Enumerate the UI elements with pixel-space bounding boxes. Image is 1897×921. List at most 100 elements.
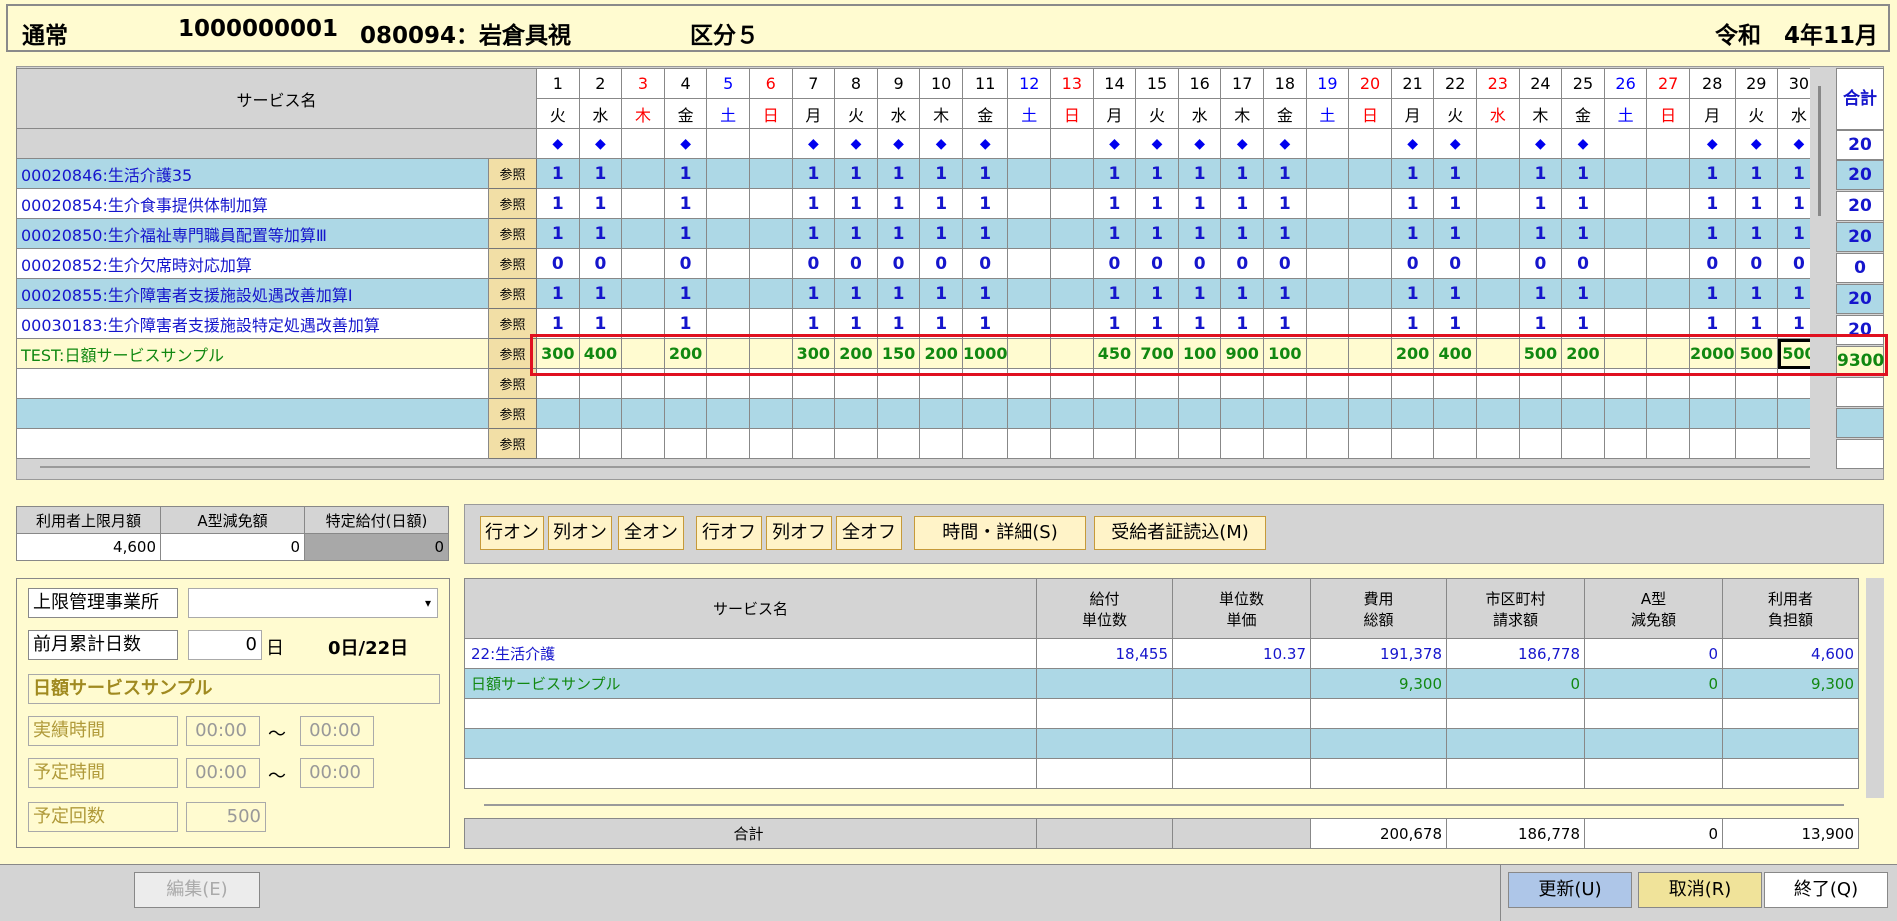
service-cell[interactable] — [706, 278, 750, 309]
service-row-name[interactable]: 00020846:生活介護35 — [16, 158, 489, 189]
weekday-header[interactable]: 金 — [1263, 98, 1307, 129]
service-cell[interactable] — [621, 218, 665, 249]
empty-cell[interactable] — [1688, 398, 1736, 429]
service-cell[interactable]: 1 — [834, 278, 878, 309]
day-marker[interactable] — [706, 128, 750, 159]
service-cell[interactable]: 1 — [1220, 158, 1265, 189]
day-header[interactable]: 18 — [1263, 68, 1307, 99]
service-cell[interactable]: 1 — [1561, 188, 1605, 219]
service-cell[interactable]: 1 — [1177, 278, 1222, 309]
day-header[interactable]: 12 — [1007, 68, 1052, 99]
billing-cell[interactable]: 186,778 — [1446, 638, 1585, 669]
billing-empty-cell[interactable] — [1584, 698, 1723, 729]
empty-cell[interactable] — [919, 428, 963, 459]
ref-button[interactable]: 参照 — [488, 158, 537, 189]
billing-empty-cell[interactable] — [1310, 728, 1447, 759]
actual-time-start[interactable]: 00:00 — [186, 716, 260, 746]
empty-cell[interactable] — [1177, 428, 1222, 459]
service-cell[interactable]: 1 — [791, 218, 836, 249]
service-cell[interactable]: 1 — [876, 278, 921, 309]
service-cell[interactable]: 1 — [1135, 188, 1179, 219]
service-cell[interactable]: 1 — [961, 278, 1009, 309]
service-cell[interactable]: 0 — [663, 248, 708, 279]
empty-cell[interactable] — [748, 428, 793, 459]
service-cell[interactable] — [1348, 158, 1392, 189]
service-cell[interactable] — [1007, 218, 1052, 249]
service-cell[interactable]: 1 — [663, 188, 708, 219]
service-cell[interactable]: 1 — [1135, 278, 1179, 309]
service-cell[interactable]: 1 — [578, 158, 623, 189]
billing-empty-cell[interactable] — [1036, 728, 1173, 759]
service-cell[interactable]: 1 — [1220, 278, 1265, 309]
service-cell[interactable] — [748, 188, 793, 219]
day-header[interactable]: 26 — [1603, 68, 1648, 99]
service-cell[interactable]: 0 — [1688, 248, 1736, 279]
billing-empty-cell[interactable] — [1172, 758, 1311, 789]
empty-cell[interactable] — [1305, 398, 1350, 429]
empty-cell[interactable] — [706, 398, 750, 429]
empty-row-name[interactable] — [16, 398, 489, 429]
service-cell[interactable]: 1 — [1688, 188, 1736, 219]
billing-empty-cell[interactable] — [464, 758, 1037, 789]
service-cell[interactable]: 1 — [1390, 188, 1435, 219]
service-cell[interactable]: 0 — [834, 248, 878, 279]
empty-cell[interactable] — [1561, 428, 1605, 459]
service-row-name[interactable]: 00030183:生介障害者支援施設特定処遇改善加算 — [16, 308, 489, 339]
empty-cell[interactable] — [1092, 398, 1137, 429]
weekday-header[interactable]: 火 — [1433, 98, 1477, 129]
service-cell[interactable] — [1476, 278, 1520, 309]
service-cell[interactable] — [1007, 188, 1052, 219]
service-cell[interactable]: 1 — [536, 158, 580, 189]
billing-empty-cell[interactable] — [1446, 728, 1585, 759]
service-cell[interactable] — [1646, 158, 1690, 189]
service-cell[interactable] — [621, 248, 665, 279]
empty-cell[interactable] — [919, 398, 963, 429]
empty-cell[interactable] — [1688, 428, 1736, 459]
ref-button[interactable]: 参照 — [488, 398, 537, 429]
day-header[interactable]: 20 — [1348, 68, 1392, 99]
service-cell[interactable] — [621, 158, 665, 189]
empty-cell[interactable] — [1135, 398, 1179, 429]
service-cell[interactable] — [748, 278, 793, 309]
weekday-header[interactable]: 水 — [1177, 98, 1222, 129]
service-cell[interactable]: 1 — [961, 188, 1009, 219]
empty-cell[interactable] — [578, 398, 623, 429]
weekday-header[interactable]: 日 — [1646, 98, 1690, 129]
time-detail-button[interactable]: 時間・詳細(S) — [914, 516, 1086, 550]
service-cell[interactable]: 1 — [834, 158, 878, 189]
empty-cell[interactable] — [621, 398, 665, 429]
empty-cell[interactable] — [791, 398, 836, 429]
service-cell[interactable]: 0 — [1220, 248, 1265, 279]
weekday-header[interactable]: 土 — [1305, 98, 1350, 129]
billing-cell[interactable]: 10.37 — [1172, 638, 1311, 669]
weekday-header[interactable]: 木 — [621, 98, 665, 129]
actual-time-end[interactable]: 00:00 — [300, 716, 374, 746]
plan-time-start[interactable]: 00:00 — [186, 758, 260, 788]
service-cell[interactable]: 1 — [1220, 218, 1265, 249]
day-header[interactable]: 2 — [578, 68, 623, 99]
day-marker[interactable]: ◆ — [1518, 128, 1563, 159]
empty-cell[interactable] — [1603, 398, 1648, 429]
plan-count-input[interactable]: 500 — [186, 802, 266, 832]
day-marker[interactable] — [1476, 128, 1520, 159]
billing-empty-cell[interactable] — [1584, 758, 1723, 789]
day-marker[interactable]: ◆ — [1390, 128, 1435, 159]
service-cell[interactable]: 1 — [1561, 278, 1605, 309]
empty-cell[interactable] — [1007, 428, 1052, 459]
empty-cell[interactable] — [748, 398, 793, 429]
service-cell[interactable]: 1 — [1433, 278, 1477, 309]
weekday-header[interactable]: 火 — [1734, 98, 1779, 129]
empty-cell[interactable] — [536, 398, 580, 429]
service-cell[interactable] — [706, 248, 750, 279]
col-off-button[interactable]: 列オフ — [766, 516, 832, 550]
service-cell[interactable]: 1 — [791, 188, 836, 219]
service-cell[interactable]: 1 — [1263, 188, 1307, 219]
service-cell[interactable] — [1007, 278, 1052, 309]
service-cell[interactable]: 1 — [578, 278, 623, 309]
service-cell[interactable]: 1 — [1135, 158, 1179, 189]
service-cell[interactable]: 1 — [578, 218, 623, 249]
service-cell[interactable]: 0 — [1390, 248, 1435, 279]
day-marker[interactable]: ◆ — [834, 128, 878, 159]
day-header[interactable]: 29 — [1734, 68, 1779, 99]
service-cell[interactable] — [1646, 278, 1690, 309]
